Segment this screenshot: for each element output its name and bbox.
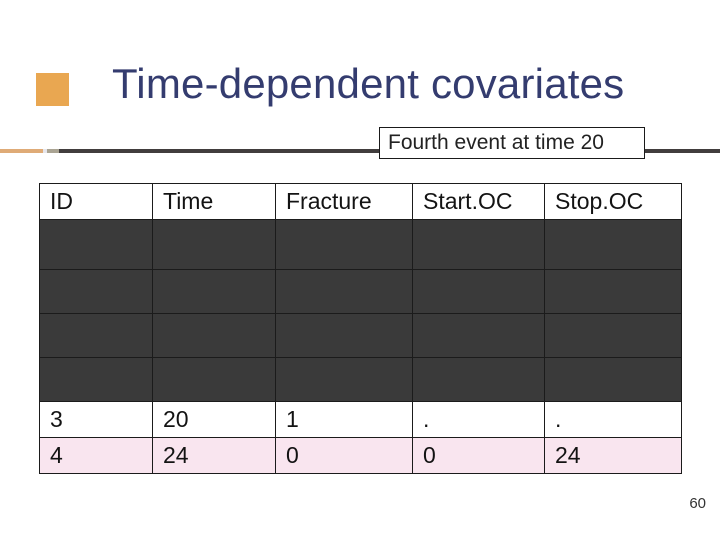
- subtitle-text: Fourth event at time 20: [388, 131, 604, 155]
- col-header-fracture: Fracture: [276, 184, 413, 220]
- table-row-hidden: [40, 220, 682, 270]
- col-header-stopoc: Stop.OC: [545, 184, 682, 220]
- cell-id: 3: [40, 402, 153, 438]
- table-row: 3 20 1 . .: [40, 402, 682, 438]
- cell-startoc: 0: [413, 438, 545, 474]
- cell-id: 4: [40, 438, 153, 474]
- cell-time: 20: [153, 402, 276, 438]
- col-header-id: ID: [40, 184, 153, 220]
- cell-fracture: 0: [276, 438, 413, 474]
- page-number: 60: [689, 495, 706, 512]
- cell-time: 24: [153, 438, 276, 474]
- table-row-hidden: [40, 270, 682, 314]
- data-table: ID Time Fracture Start.OC Stop.OC 3: [39, 183, 682, 474]
- cell-startoc: .: [413, 402, 545, 438]
- cell-stopoc: 24: [545, 438, 682, 474]
- data-table-container: ID Time Fracture Start.OC Stop.OC 3: [39, 183, 681, 474]
- cell-stopoc: .: [545, 402, 682, 438]
- table-row-hidden: [40, 314, 682, 358]
- col-header-time: Time: [153, 184, 276, 220]
- accent-square-icon: [36, 73, 69, 106]
- table-header-row: ID Time Fracture Start.OC Stop.OC: [40, 184, 682, 220]
- subtitle-callout: Fourth event at time 20: [379, 127, 645, 159]
- table-row-highlighted: 4 24 0 0 24: [40, 438, 682, 474]
- col-header-startoc: Start.OC: [413, 184, 545, 220]
- cell-fracture: 1: [276, 402, 413, 438]
- slide-title: Time-dependent covariates: [112, 60, 624, 108]
- table-row-hidden: [40, 358, 682, 402]
